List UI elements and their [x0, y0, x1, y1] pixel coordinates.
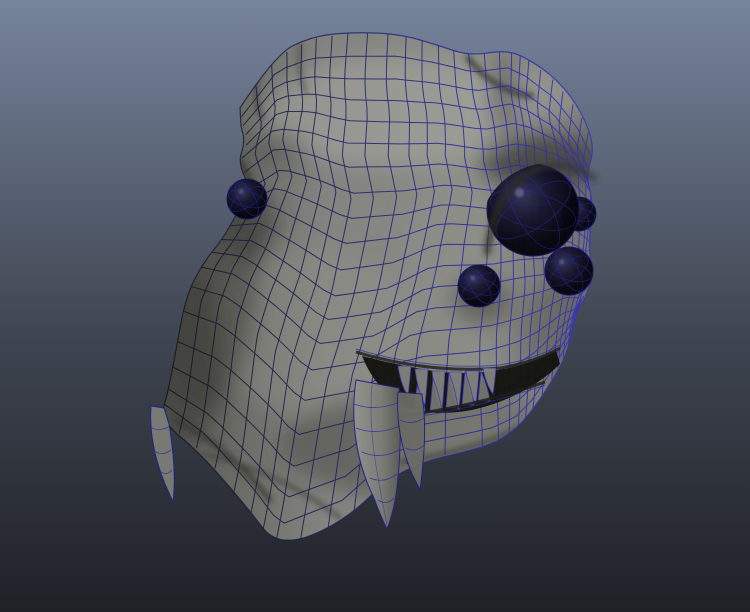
eye-sphere[interactable]	[227, 179, 268, 220]
viewport-3d[interactable]	[0, 0, 750, 612]
eye-highlight	[559, 259, 564, 264]
eye-highlight	[239, 189, 243, 193]
eye-highlight	[515, 188, 524, 197]
eyeball[interactable]	[458, 265, 500, 307]
eye-sphere[interactable]	[458, 265, 501, 308]
eyeball[interactable]	[227, 179, 267, 219]
eyeball[interactable]	[545, 247, 593, 295]
eye-sphere[interactable]	[545, 247, 594, 296]
eye-highlight	[471, 276, 475, 280]
